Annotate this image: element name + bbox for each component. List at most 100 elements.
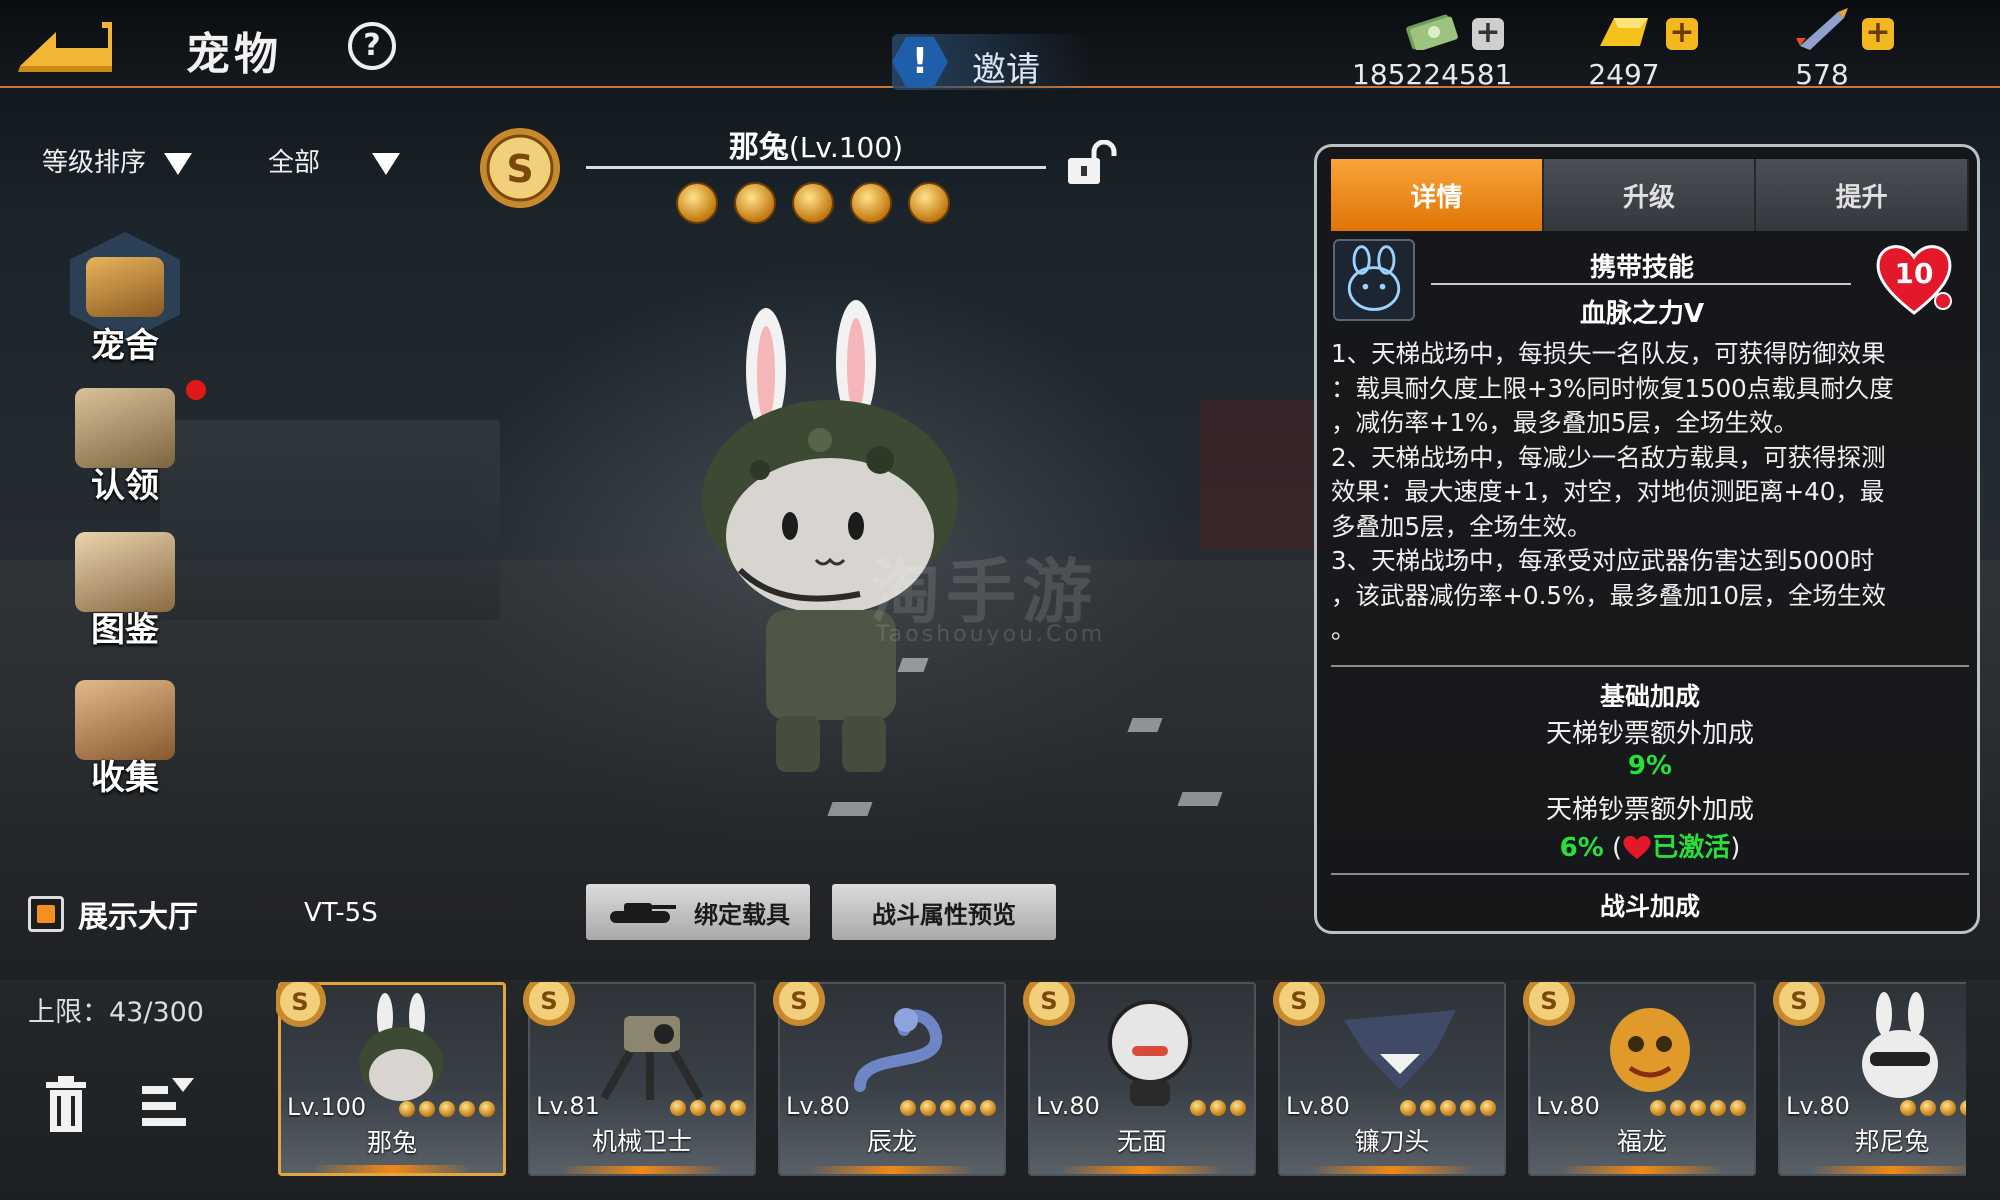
star-icon [792, 182, 834, 224]
pet-card-level: Lv.80 [1036, 1092, 1100, 1120]
back-button[interactable] [16, 18, 112, 74]
pet-card[interactable]: S Lv.100 那兔 [276, 982, 506, 1176]
faceless-icon [1108, 1000, 1192, 1106]
description-line: 3、天梯战场中，每承受对应武器伤害达到5000时 [1331, 546, 1875, 575]
pet-card-stars [900, 1100, 996, 1116]
pet-card-name: 辰龙 [866, 1127, 917, 1156]
bonus-1-value: 9% [1627, 751, 1673, 781]
cash-value: 185224581 [1352, 58, 1513, 91]
bonus-2-paren-open: ( [1612, 833, 1623, 863]
pet-card-accent [1560, 1166, 1724, 1174]
description-line: ，该武器减伤率+0.5%，最多叠加10层，全场生效 [1331, 580, 1886, 610]
side-menu-kennel[interactable]: 宠舍 [70, 232, 180, 366]
currency-rocket: 578 [1782, 8, 1862, 91]
bonus-2-value: 6% [1559, 833, 1604, 863]
pet-card[interactable]: S Lv.81 机械卫士 [523, 982, 756, 1176]
help-icon[interactable]: ? [348, 22, 396, 70]
lane-marking [1177, 792, 1223, 806]
pet-level: (Lv.100) [788, 131, 904, 164]
crate-icon [75, 388, 175, 468]
pet-name: 那兔 [728, 130, 789, 165]
pet-name-title: 那兔(Lv.100) [586, 122, 1046, 166]
tab-details[interactable]: 详情 [1331, 159, 1544, 231]
pet-card[interactable]: S Lv.80 无面 [1023, 982, 1256, 1176]
pet-card-stars [399, 1101, 495, 1117]
side-menu-adopt[interactable]: 认领 [70, 388, 180, 506]
pet-card-list[interactable]: S Lv.100 那兔 S Lv.81 机械卫士 S Lv.80 辰龙 S Lv… [276, 982, 1966, 1182]
trash-icon[interactable] [44, 1076, 88, 1134]
pet-card-level: Lv.80 [1536, 1092, 1600, 1120]
tab-upgrade[interactable]: 升级 [1543, 159, 1757, 231]
pet-card[interactable]: S Lv.80 辰龙 [773, 982, 1006, 1176]
star-icon [850, 182, 892, 224]
side-menu-collect[interactable]: 收集 [70, 680, 180, 798]
pet-card-level: Lv.80 [1786, 1092, 1850, 1120]
category-dropdown-label: 全部 [268, 148, 321, 178]
pet-card[interactable]: S Lv.80 邦尼兔 [1773, 982, 1966, 1176]
box-icon [75, 680, 175, 760]
skill-description: 1、天梯战场中，每损失一名队友，可获得防御效果 ：载具耐久度上限+3%同时恢复1… [1331, 337, 1969, 648]
add-cash-button[interactable]: + [1472, 18, 1504, 50]
pet-card[interactable]: S Lv.80 镰刀头 [1273, 982, 1506, 1176]
svg-text:S: S [1290, 987, 1307, 1015]
skill-heading: 携带技能 [1589, 253, 1694, 283]
cash-icon [1406, 14, 1458, 52]
skill-divider [1431, 283, 1851, 285]
invite-label: 邀请 [972, 50, 1040, 90]
pet-card-name: 那兔 [366, 1128, 417, 1157]
sort-icon[interactable] [142, 1078, 194, 1132]
svg-text:S: S [506, 147, 533, 191]
rank-s-badge-icon: S [523, 982, 575, 1026]
svg-text:S: S [291, 988, 308, 1016]
showcase-label: 展示大厅 [78, 900, 198, 935]
background-crates [160, 420, 500, 620]
side-menu-label: 收集 [91, 758, 159, 798]
bind-vehicle-button[interactable]: 绑定载具 [586, 884, 810, 940]
currency-gold: 2497 [1582, 8, 1666, 91]
add-rocket-button[interactable]: + [1862, 18, 1894, 50]
pet-card-accent [311, 1165, 473, 1173]
pet-card-name: 邦尼兔 [1854, 1127, 1930, 1156]
side-menu-label: 图鉴 [91, 610, 159, 650]
svg-text:S: S [1540, 987, 1557, 1015]
pet-card-level: Lv.80 [1286, 1092, 1350, 1120]
pet-detail-panel: 详情 升级 提升 携带技能 血脉之力Ⅴ 10 1、天梯战场中，每损失一名队友，可… [1314, 144, 1980, 934]
rank-s-badge-icon: S [773, 982, 825, 1026]
category-dropdown[interactable]: 全部 [268, 142, 401, 188]
star-icon [734, 182, 776, 224]
invite-button[interactable]: ! 邀请 [892, 34, 1092, 90]
pet-card[interactable]: S Lv.80 福龙 [1523, 982, 1756, 1176]
mech-guard-icon [600, 1016, 704, 1100]
battle-stats-preview-button[interactable]: 战斗属性预览 [832, 884, 1056, 940]
side-menu-codex[interactable]: 图鉴 [70, 532, 180, 650]
description-line: 多叠加5层，全场生效。 [1331, 511, 1592, 541]
exclamation-icon: ! [892, 36, 948, 88]
sort-dropdown[interactable]: 等级排序 [42, 142, 193, 188]
add-gold-button[interactable]: + [1666, 18, 1698, 50]
svg-text:S: S [790, 987, 807, 1015]
tab-enhance[interactable]: 提升 [1756, 159, 1970, 231]
pet-capacity: 上限：43/300 [28, 997, 204, 1028]
bonus-2-line: 6% (已激活) [1331, 827, 1969, 864]
pet-card-stars [670, 1100, 746, 1116]
pet-card-level: Lv.80 [786, 1092, 850, 1120]
description-line: ，减伤率+1%，最多叠加5层，全场生效。 [1331, 408, 1798, 437]
pet-star-rating [676, 182, 950, 224]
book-icon [75, 532, 175, 612]
bunny-icon [1862, 992, 1938, 1098]
dragon-icon [854, 1008, 942, 1092]
shark-icon [1344, 1010, 1456, 1090]
unlock-icon[interactable] [1064, 140, 1122, 186]
showcase-checkbox[interactable] [28, 896, 64, 932]
showcase-toggle[interactable]: 展示大厅 [28, 892, 198, 936]
pet-card-level: Lv.81 [536, 1092, 600, 1120]
affection-heart: 10 [1873, 239, 1955, 317]
rank-s-badge-icon: S [1773, 982, 1825, 1026]
pet-card-accent [1810, 1166, 1966, 1174]
pet-card-stars [1900, 1100, 1966, 1116]
bonus-2-paren-close: ) [1730, 833, 1741, 863]
background-red-container [1200, 400, 1330, 550]
pet-card-accent [1060, 1166, 1224, 1174]
star-icon [676, 182, 718, 224]
rank-s-badge-icon: S [480, 128, 560, 208]
